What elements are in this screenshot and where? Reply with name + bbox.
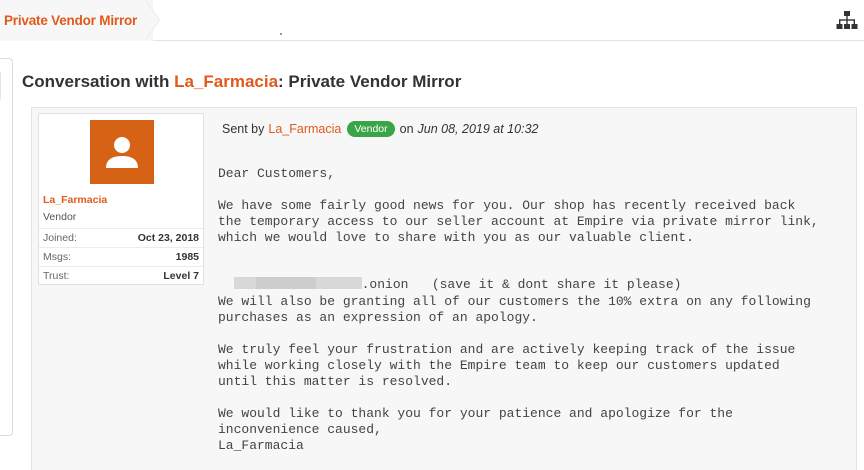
title-suffix: : Private Vendor Mirror <box>278 72 462 91</box>
side-panel-tab[interactable] <box>0 72 1 100</box>
page-title: Conversation with La_Farmacia: Private V… <box>22 72 461 92</box>
stat-label: Trust: <box>43 270 70 282</box>
message-line: We have some fairly good news for you. O… <box>218 198 796 213</box>
breadcrumb-label[interactable]: Private Vendor Mirror <box>4 13 137 28</box>
message-line: which we would love to share with you as… <box>218 230 694 245</box>
stat-label: Msgs: <box>43 251 72 263</box>
message-link-line: .onion (save it & dont share it please) <box>218 262 681 292</box>
user-card: La_Farmacia Vendor Joined: Oct 23, 2018 … <box>38 113 204 285</box>
stat-row-joined: Joined: Oct 23, 2018 <box>39 228 203 247</box>
sent-by-label: Sent by <box>222 122 265 136</box>
user-icon <box>106 137 138 168</box>
stat-value: 1985 <box>175 251 199 263</box>
vendor-badge: Vendor <box>347 121 395 137</box>
redacted-link <box>233 277 362 289</box>
user-name-link[interactable]: La_Farmacia <box>43 194 107 206</box>
on-label: on <box>399 122 414 136</box>
sender-link[interactable]: La_Farmacia <box>268 122 341 136</box>
sitemap-icon[interactable] <box>836 11 858 31</box>
stat-row-msgs: Msgs: 1985 <box>39 247 203 266</box>
message-line: purchases as an expression of an apology… <box>218 310 538 325</box>
message-line: inconvenience caused, <box>218 422 382 437</box>
top-bar: Private Vendor Mirror <box>0 0 864 41</box>
title-vendor-link[interactable]: La_Farmacia <box>174 72 278 91</box>
title-prefix: Conversation with <box>22 72 175 91</box>
message-line: We will also be granting all of our cust… <box>218 294 811 309</box>
message-meta: Sent by La_Farmacia Vendor on Jun 08, 20… <box>222 121 538 137</box>
stat-row-trust: Trust: Level 7 <box>39 266 203 285</box>
message-line: the temporary access to our seller accou… <box>218 214 819 229</box>
user-role: Vendor <box>43 211 77 223</box>
message-line: We truly feel your frustration and are a… <box>218 342 796 357</box>
message-date: Jun 08, 2019 at 10:32 <box>417 122 539 136</box>
avatar[interactable] <box>90 120 154 184</box>
breadcrumb-arrow <box>145 0 160 40</box>
divider-dot <box>280 33 282 35</box>
message-signature: La_Farmacia <box>218 438 304 453</box>
stat-label: Joined: <box>43 232 77 244</box>
message-line: until this matter is resolved. <box>218 374 453 389</box>
link-suffix: .onion (save it & dont share it please) <box>361 277 682 292</box>
side-panel-edge <box>0 58 13 436</box>
message-greeting: Dear Customers, <box>218 166 336 181</box>
message-line: We would like to thank you for your pati… <box>218 406 733 421</box>
stat-value: Level 7 <box>163 270 199 282</box>
message-line: while working closely with the Empire te… <box>218 358 780 373</box>
breadcrumb[interactable]: Private Vendor Mirror <box>0 0 154 41</box>
stat-value: Oct 23, 2018 <box>137 232 199 244</box>
